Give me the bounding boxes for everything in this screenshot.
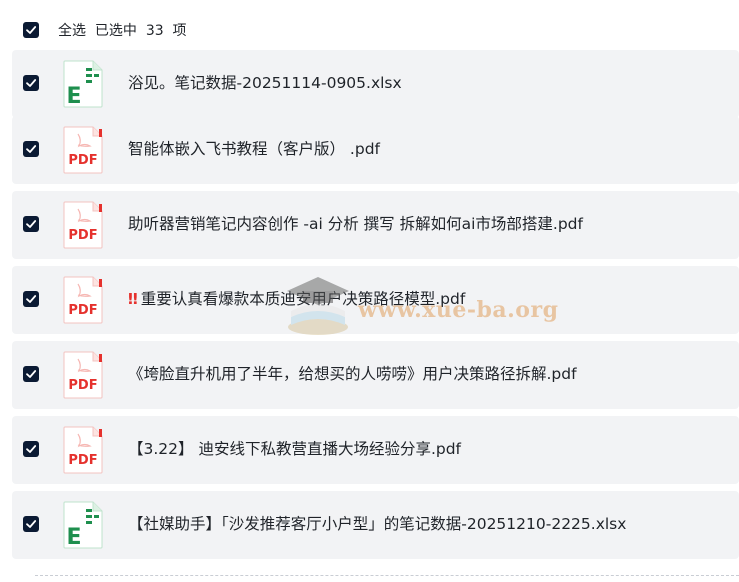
file-name-text: 【3.22】 迪安线下私教营直播大场经验分享.pdf bbox=[128, 440, 462, 458]
file-checkbox[interactable] bbox=[23, 441, 39, 457]
svg-text:PDF: PDF bbox=[68, 303, 97, 318]
excel-icon: E bbox=[62, 501, 104, 549]
pdf-icon: PDF bbox=[62, 126, 104, 174]
select-all-checkbox[interactable] bbox=[23, 22, 39, 38]
file-name-text: 【社媒助手】「沙发推荐客厅小户型」的笔记数据-20251210-2225.xls… bbox=[128, 515, 627, 533]
file-name-text: 助听器营销笔记内容创作 -ai 分析 撰写 拆解如何ai市场部搭建.pdf bbox=[128, 215, 583, 233]
svg-text:PDF: PDF bbox=[68, 378, 97, 393]
checkmark-icon bbox=[26, 26, 37, 34]
checkmark-icon bbox=[26, 145, 37, 153]
file-name[interactable]: 智能体嵌入飞书教程（客户版） .pdf bbox=[128, 138, 380, 160]
checkmark-icon bbox=[26, 370, 37, 378]
checkmark-icon bbox=[26, 79, 37, 87]
file-name[interactable]: 【3.22】 迪安线下私教营直播大场经验分享.pdf bbox=[128, 438, 461, 460]
selected-count: 33 bbox=[145, 23, 164, 39]
selected-suffix: 项 bbox=[172, 23, 187, 39]
file-name-text: 浴见。笔记数据-20251114-0905.xlsx bbox=[128, 74, 402, 92]
double-exclamation-icon: ‼ bbox=[128, 290, 138, 308]
list-bottom-divider bbox=[35, 575, 739, 576]
file-row[interactable]: PDF ‼ 重要认真看爆款本质迪安用户决策路径模型.pdf bbox=[12, 266, 739, 334]
pdf-icon: PDF bbox=[62, 276, 104, 324]
file-row[interactable]: PDF 《垮脸直升机用了半年，给想买的人唠唠》用户决策路径拆解.pdf bbox=[12, 341, 739, 409]
checkmark-icon bbox=[26, 295, 37, 303]
select-all-status: 全选 已选中 33 项 bbox=[58, 22, 187, 40]
excel-icon: E bbox=[62, 60, 104, 108]
file-name[interactable]: 助听器营销笔记内容创作 -ai 分析 撰写 拆解如何ai市场部搭建.pdf bbox=[128, 213, 583, 235]
pdf-icon: PDF bbox=[62, 351, 104, 399]
checkmark-icon bbox=[26, 520, 37, 528]
file-name-text: 重要认真看爆款本质迪安用户决策路径模型.pdf bbox=[140, 290, 466, 308]
svg-text:PDF: PDF bbox=[68, 153, 97, 168]
checkmark-icon bbox=[26, 445, 37, 453]
file-checkbox[interactable] bbox=[23, 291, 39, 307]
file-name-text: 《垮脸直升机用了半年，给想买的人唠唠》用户决策路径拆解.pdf bbox=[128, 365, 577, 383]
file-name[interactable]: 【社媒助手】「沙发推荐客厅小户型」的笔记数据-20251210-2225.xls… bbox=[128, 513, 626, 535]
svg-text:E: E bbox=[66, 84, 81, 108]
pdf-icon: PDF bbox=[62, 201, 104, 249]
file-row[interactable]: PDF 智能体嵌入飞书教程（客户版） .pdf bbox=[12, 116, 739, 184]
file-row[interactable]: PDF 【3.22】 迪安线下私教营直播大场经验分享.pdf bbox=[12, 416, 739, 484]
file-checkbox[interactable] bbox=[23, 366, 39, 382]
file-row[interactable]: PDF 助听器营销笔记内容创作 -ai 分析 撰写 拆解如何ai市场部搭建.pdf bbox=[12, 191, 739, 259]
file-name[interactable]: 浴见。笔记数据-20251114-0905.xlsx bbox=[128, 72, 402, 94]
svg-text:PDF: PDF bbox=[68, 453, 97, 468]
pdf-icon: PDF bbox=[62, 426, 104, 474]
file-checkbox[interactable] bbox=[23, 75, 39, 91]
file-name[interactable]: 《垮脸直升机用了半年，给想买的人唠唠》用户决策路径拆解.pdf bbox=[128, 363, 577, 385]
selected-prefix: 已选中 bbox=[94, 23, 137, 39]
svg-text:E: E bbox=[66, 525, 81, 549]
file-name[interactable]: ‼ 重要认真看爆款本质迪安用户决策路径模型.pdf bbox=[128, 288, 465, 310]
checkmark-icon bbox=[26, 220, 37, 228]
select-all-bar: 全选 已选中 33 项 bbox=[0, 0, 739, 48]
file-row[interactable]: E 浴见。笔记数据-20251114-0905.xlsx bbox=[12, 50, 739, 118]
file-name-text: 智能体嵌入飞书教程（客户版） .pdf bbox=[128, 140, 380, 158]
select-all-label[interactable]: 全选 bbox=[58, 23, 86, 39]
file-checkbox[interactable] bbox=[23, 216, 39, 232]
file-checkbox[interactable] bbox=[23, 516, 39, 532]
file-checkbox[interactable] bbox=[23, 141, 39, 157]
svg-text:PDF: PDF bbox=[68, 228, 97, 243]
file-row[interactable]: E 【社媒助手】「沙发推荐客厅小户型」的笔记数据-20251210-2225.xl… bbox=[12, 491, 739, 559]
